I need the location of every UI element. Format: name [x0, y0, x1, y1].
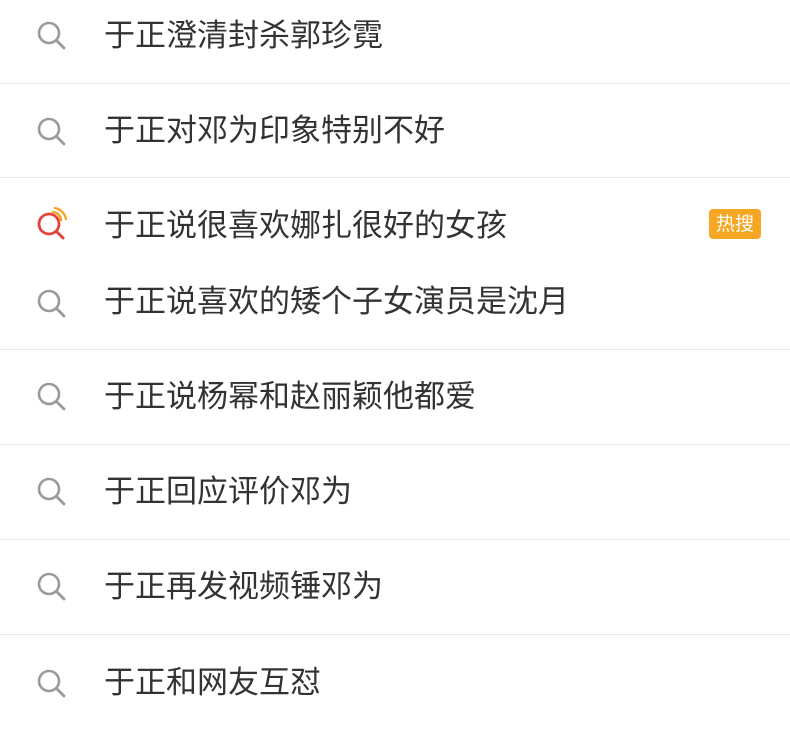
- suggestion-label: 于正和网友互怼: [104, 665, 321, 701]
- suggestion-label: 于正回应评价邓为: [104, 474, 352, 510]
- search-icon: [37, 21, 66, 50]
- hot-search-icon: [37, 207, 68, 240]
- suggestion-item[interactable]: 于正澄清封杀郭珍霓: [0, 0, 790, 84]
- search-icon: [37, 117, 66, 146]
- search-suggestion-list: 于正澄清封杀郭珍霓 于正对邓为印象特别不好 于正说很喜欢娜扎很好的女孩 热搜 于…: [0, 0, 790, 729]
- suggestion-label: 于正说喜欢的矮个子女演员是沈月: [104, 284, 569, 320]
- suggestion-label: 于正说很喜欢娜扎很好的女孩: [104, 208, 507, 244]
- hot-badge: 热搜: [708, 209, 761, 239]
- suggestion-label: 于正对邓为印象特别不好: [104, 113, 445, 149]
- search-icon: [37, 289, 66, 318]
- suggestion-item[interactable]: 于正回应评价邓为: [0, 446, 790, 540]
- suggestion-label: 于正再发视频锤邓为: [104, 569, 383, 605]
- suggestion-item[interactable]: 于正再发视频锤邓为: [0, 541, 790, 635]
- suggestion-item[interactable]: 于正对邓为印象特别不好: [0, 84, 790, 178]
- search-icon: [37, 382, 66, 411]
- suggestion-label: 于正澄清封杀郭珍霓: [104, 18, 383, 54]
- search-icon: [37, 572, 66, 601]
- suggestion-item[interactable]: 于正说喜欢的矮个子女演员是沈月: [0, 256, 790, 350]
- search-icon: [37, 477, 66, 506]
- suggestion-label: 于正说杨幂和赵丽颖他都爱: [104, 379, 476, 415]
- suggestion-item[interactable]: 于正说杨幂和赵丽颖他都爱: [0, 351, 790, 445]
- search-icon: [37, 669, 66, 698]
- suggestion-item[interactable]: 于正和网友互怼: [0, 636, 790, 730]
